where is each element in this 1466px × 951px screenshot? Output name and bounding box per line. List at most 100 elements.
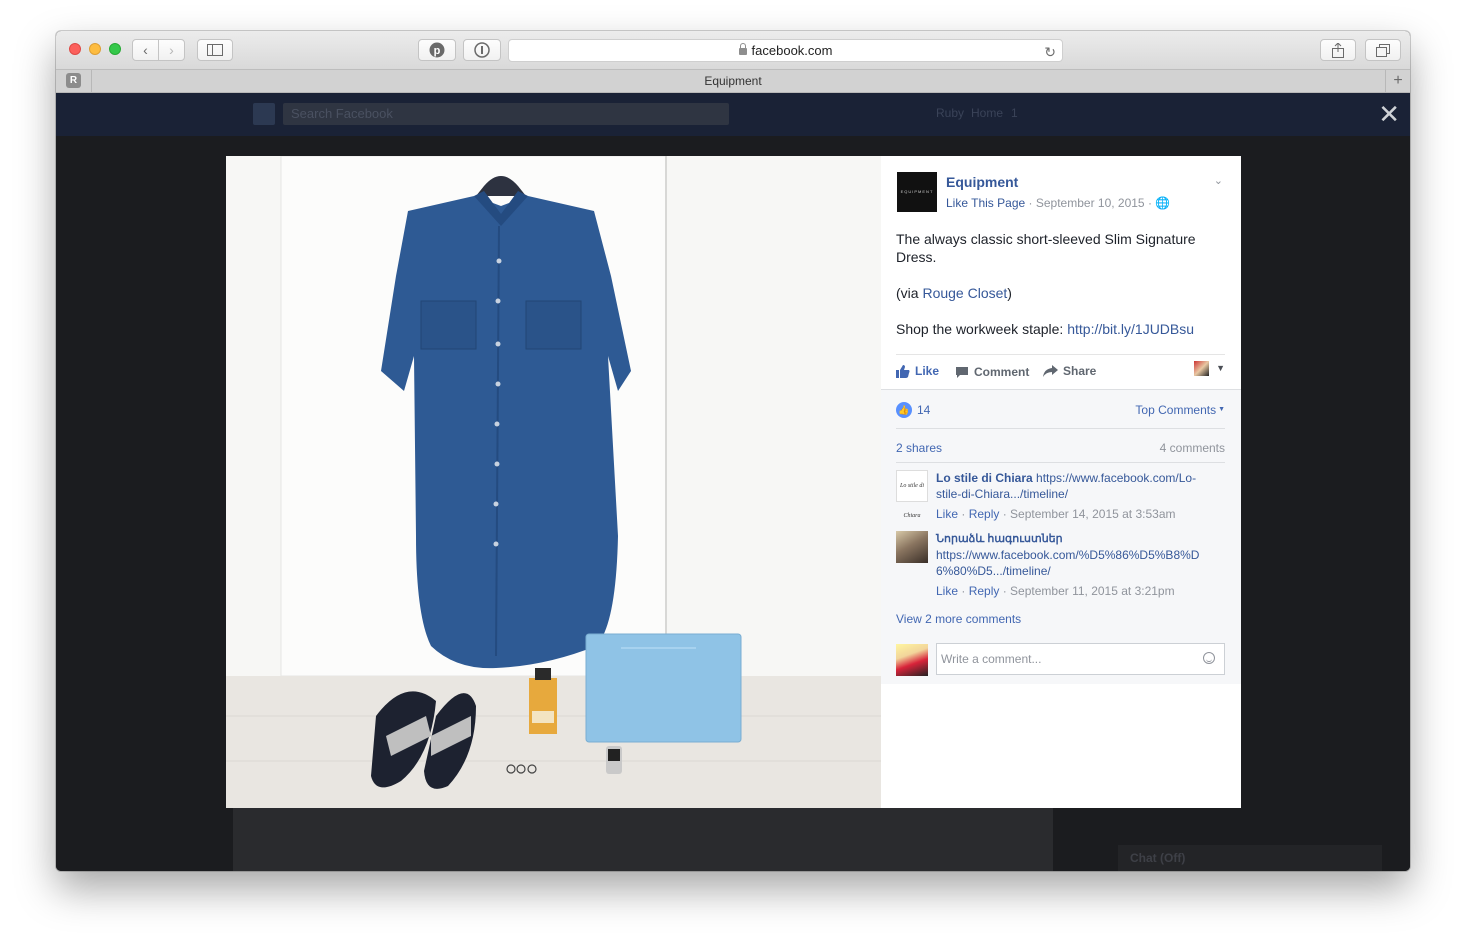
view-more-comments-link[interactable]: View 2 more comments — [896, 612, 1021, 626]
profile-name-link: Ruby — [936, 106, 965, 120]
commenter-avatar[interactable]: Lo stile di Chiara — [896, 470, 928, 519]
current-user-avatar — [896, 644, 928, 676]
home-link: Home — [971, 106, 1004, 120]
divider — [896, 428, 1225, 429]
tabs-overview-icon — [1376, 43, 1390, 57]
photo-viewer: EQUIPMENT Equipment Like This Page · Sep… — [226, 156, 1241, 808]
page-name-link[interactable]: Equipment — [946, 174, 1018, 190]
feedback-section: 👍 14 Top Comments ▼ 2 shares 4 comments … — [881, 389, 1241, 684]
facebook-logo-icon — [253, 103, 275, 125]
post-paragraph: Shop the workweek staple: http://bit.ly/… — [896, 321, 1195, 337]
speech-bubble-icon — [956, 366, 968, 378]
chevron-right-icon: › — [169, 42, 174, 58]
password-extension-button[interactable] — [463, 39, 501, 61]
chevron-down-icon[interactable]: ⌄ — [1214, 174, 1223, 187]
browser-window: ‹ › p facebook.com ↻ R Equipment + Searc… — [56, 31, 1410, 871]
caret-down-icon: ▼ — [1216, 406, 1225, 413]
back-button[interactable]: ‹ — [132, 39, 159, 61]
comment-reply-link[interactable]: Reply — [969, 507, 1000, 521]
password-manager-icon — [474, 42, 490, 58]
top-comments-dropdown[interactable]: Top Comments ▼ — [1135, 403, 1225, 417]
comment-count[interactable]: 4 comments — [1160, 441, 1225, 455]
page-avatar[interactable]: EQUIPMENT — [897, 172, 937, 212]
comment-body: Lo stile di Chiara https://www.facebook.… — [936, 470, 1216, 522]
comment-item: Lo stile di Chiara Lo stile di Chiara ht… — [896, 470, 1226, 522]
comment-author[interactable]: Lo stile di Chiara — [936, 471, 1033, 485]
post-as-avatar[interactable] — [1194, 361, 1209, 376]
show-tabs-button[interactable] — [1365, 39, 1401, 61]
home-count: 1 — [1011, 106, 1018, 120]
svg-text:p: p — [434, 45, 441, 57]
post-paragraph: (via Rouge Closet) — [896, 285, 1012, 301]
commenter-avatar[interactable] — [896, 531, 928, 563]
emoji-icon[interactable] — [1203, 652, 1215, 664]
like-reaction-icon: 👍 — [896, 402, 912, 418]
pinterest-extension-button[interactable]: p — [418, 39, 456, 61]
facebook-search-input: Search Facebook — [283, 103, 729, 125]
comment-input[interactable]: Write a comment... — [936, 643, 1225, 675]
post-date[interactable]: September 10, 2015 — [1036, 196, 1145, 210]
dress-photo-image — [226, 156, 881, 808]
like-summary[interactable]: 👍 14 — [896, 402, 930, 418]
post-paragraph: The always classic short-sleeved Slim Si… — [896, 231, 1196, 265]
like-button[interactable]: Like — [896, 364, 939, 378]
tab-bar: R Equipment + — [56, 70, 1410, 93]
chat-bar-dimmed: Chat (Off) — [1118, 845, 1382, 871]
facebook-header-dimmed: Search Facebook Ruby Home 1 — [56, 93, 1410, 136]
browser-toolbar: ‹ › p facebook.com ↻ — [56, 31, 1410, 70]
sidebar-button[interactable] — [197, 39, 233, 61]
post-meta: Like This Page · September 10, 2015 · 🌐 — [946, 196, 1170, 210]
like-label: Like — [915, 364, 940, 378]
comment-reply-link[interactable]: Reply — [969, 584, 1000, 598]
post-sidebar: EQUIPMENT Equipment Like This Page · Sep… — [881, 156, 1241, 808]
globe-icon: 🌐 — [1155, 196, 1171, 210]
share-label: Share — [1063, 364, 1097, 378]
address-url: facebook.com — [751, 43, 833, 58]
meta-separator: · — [1028, 196, 1036, 210]
comment-item: Նորաձև հագուստներ https://www.facebook.c… — [896, 531, 1226, 599]
caret-down-icon[interactable]: ▼ — [1216, 363, 1225, 373]
share-post-button[interactable]: Share — [1043, 364, 1096, 378]
comment-link[interactable]: https://www.facebook.com/%D5%86%D5%B8%D6… — [936, 547, 1216, 579]
page-content: Search Facebook Ruby Home 1 Chat (Off) ✕ — [56, 93, 1410, 871]
shop-link[interactable]: http://bit.ly/1JUDBsu — [1067, 321, 1194, 337]
zoom-window-button[interactable] — [109, 43, 121, 55]
comment-like-link[interactable]: Like — [936, 584, 958, 598]
shares-link[interactable]: 2 shares — [896, 441, 942, 455]
forward-button[interactable]: › — [158, 39, 185, 61]
comment-button[interactable]: Comment — [955, 364, 1285, 380]
minimize-window-button[interactable] — [89, 43, 101, 55]
address-bar[interactable]: facebook.com ↻ — [508, 39, 1063, 62]
rouge-closet-link[interactable]: Rouge Closet — [922, 285, 1007, 301]
lock-icon — [738, 43, 747, 55]
sidebar-icon — [207, 44, 223, 56]
chevron-left-icon: ‹ — [143, 42, 148, 58]
comment-meta: Like · Reply · September 14, 2015 at 3:5… — [936, 507, 1176, 521]
comment-timestamp[interactable]: September 14, 2015 at 3:53am — [1010, 507, 1175, 521]
post-actions: Like Comment Share ▼ — [896, 354, 1225, 389]
share-arrow-icon — [1043, 365, 1058, 377]
tab-title[interactable]: Equipment — [56, 70, 1410, 92]
divider — [896, 462, 1225, 463]
chat-status: Chat (Off) — [1130, 851, 1186, 865]
like-page-link[interactable]: Like This Page — [946, 196, 1025, 210]
share-button[interactable] — [1320, 39, 1356, 61]
reload-icon[interactable]: ↻ — [1044, 42, 1056, 63]
post-photo[interactable] — [226, 156, 881, 808]
close-icon[interactable]: ✕ — [1378, 101, 1400, 127]
comment-label: Comment — [974, 365, 1030, 379]
comment-like-link[interactable]: Like — [936, 507, 958, 521]
comment-meta: Like · Reply · September 11, 2015 at 3:2… — [936, 584, 1175, 598]
post-message: The always classic short-sleeved Slim Si… — [896, 230, 1216, 356]
new-tab-button[interactable]: + — [1385, 70, 1410, 92]
background-photo-strip — [233, 808, 1053, 871]
thumbs-up-icon — [896, 364, 910, 378]
close-window-button[interactable] — [69, 43, 81, 55]
comment-author[interactable]: Նորաձև հագուստներ — [936, 531, 1216, 547]
pinterest-icon: p — [429, 42, 445, 58]
comment-timestamp[interactable]: September 11, 2015 at 3:21pm — [1010, 584, 1175, 598]
like-count: 14 — [917, 403, 931, 417]
share-icon — [1332, 42, 1344, 58]
comment-input-placeholder: Write a comment... — [941, 652, 1042, 666]
comment-body: Նորաձև հագուստներ https://www.facebook.c… — [936, 531, 1216, 599]
